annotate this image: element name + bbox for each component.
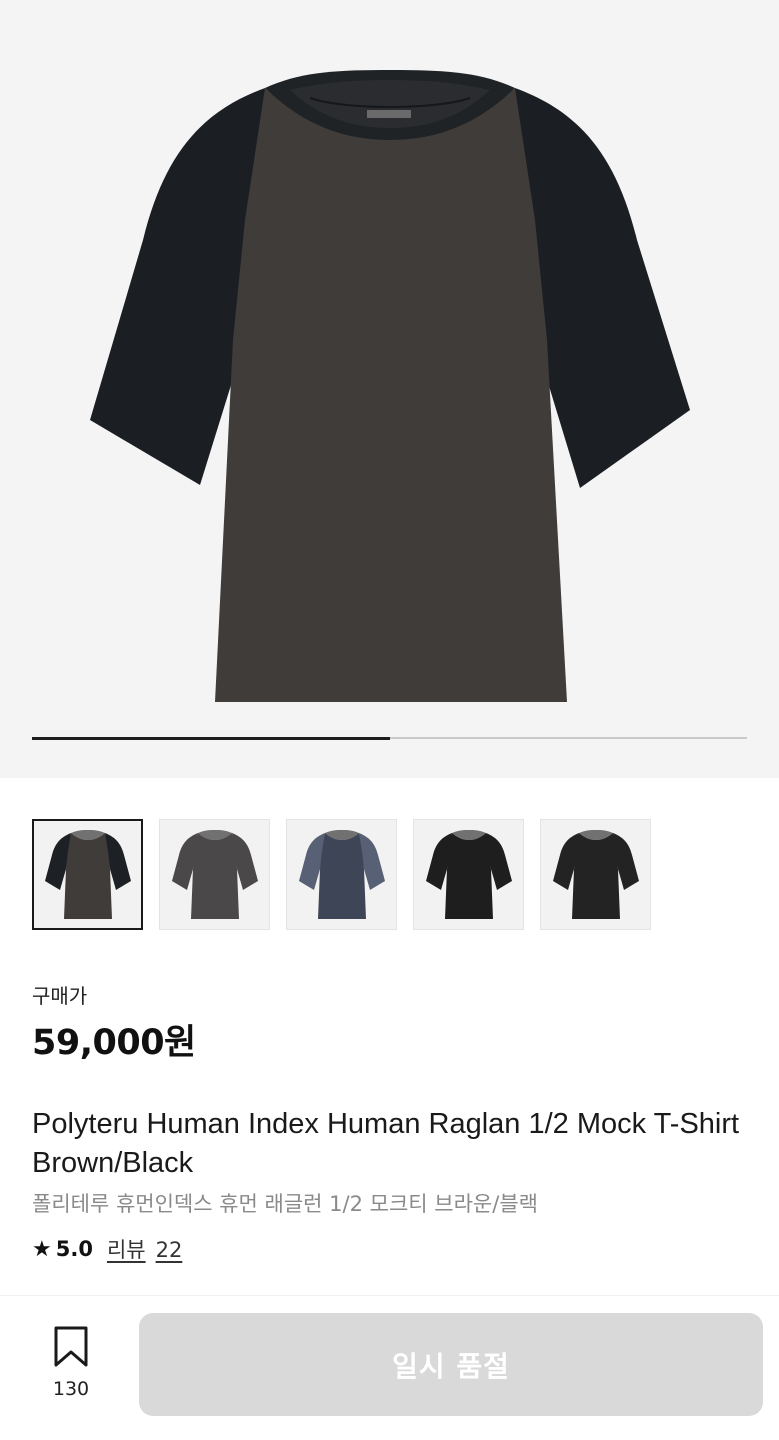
product-title-ko: 폴리테루 휴먼인덱스 휴먼 래글런 1/2 모크티 브라운/블랙	[32, 1192, 538, 1216]
gallery-progress-fill	[32, 736, 390, 740]
product-image-gallery[interactable]	[0, 0, 779, 778]
thumbnail-black-tee[interactable]	[413, 819, 524, 930]
thumbnail-image	[44, 829, 131, 919]
gallery-progress-track	[32, 736, 747, 740]
thumbnail-image	[552, 829, 639, 919]
star-icon: ★	[32, 1236, 52, 1262]
reviews-label: 리뷰	[106, 1238, 146, 1262]
rating-score: 5.0	[55, 1237, 93, 1261]
thumbnail-image	[298, 829, 385, 919]
thumbnail-image	[171, 829, 258, 919]
thumbnail-brown-black-raglan[interactable]	[32, 819, 143, 930]
bookmark-count: 130	[52, 1378, 90, 1400]
price-label: 구매가	[32, 984, 88, 1008]
rating-row: ★ 5.0 리뷰 22	[32, 1234, 182, 1264]
thumbnail-image	[425, 829, 512, 919]
reviews-link[interactable]: 리뷰 22	[107, 1234, 182, 1264]
reviews-count: 22	[155, 1238, 183, 1262]
thumbnail-navy-gray-tee[interactable]	[286, 819, 397, 930]
product-title-en: Polyteru Human Index Human Raglan 1/2 Mo…	[32, 1108, 740, 1179]
price: 59,000원	[32, 1023, 196, 1063]
product-image	[90, 70, 690, 702]
thumbnail-black-tee-2[interactable]	[540, 819, 651, 930]
thumbnail-strip	[32, 819, 651, 930]
thumbnail-charcoal-tee[interactable]	[159, 819, 270, 930]
bookmark-button[interactable]: 130	[40, 1326, 102, 1400]
sold-out-button[interactable]: 일시 품절	[139, 1313, 763, 1416]
bookmark-icon	[54, 1326, 88, 1367]
bottom-bar-divider	[0, 1295, 779, 1296]
